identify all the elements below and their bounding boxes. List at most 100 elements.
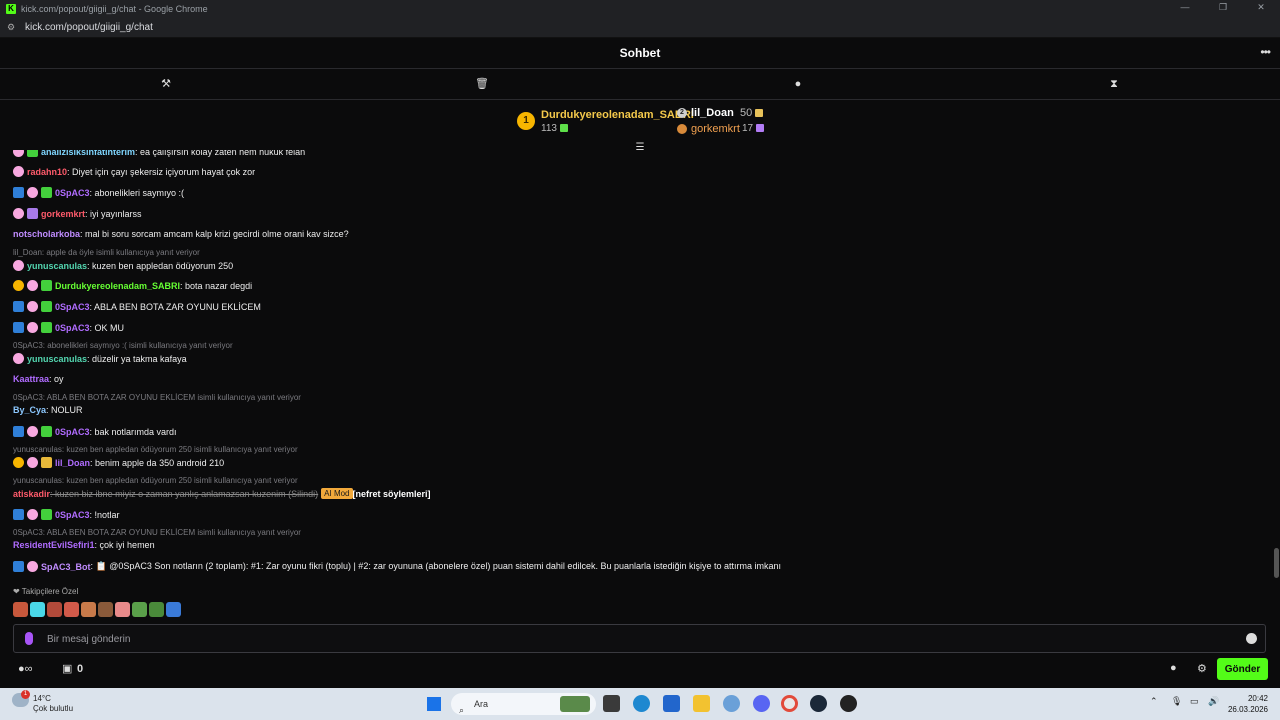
clock[interactable]: 20:42 26.03.2026 [1228,693,1268,715]
username[interactable]: 0SpAC3 [55,302,90,312]
maximize-button[interactable]: ❐ [1204,0,1242,17]
username[interactable]: Kaattraa [13,374,49,384]
chat-message: 0SpAC3: ABLA BEN BOTA ZAR OYUNU EKLİCEM [13,301,261,312]
send-button[interactable]: Gönder [1217,658,1268,680]
rank-3-badge [677,124,687,134]
username[interactable]: By_Cya [13,405,46,415]
reply-context[interactable]: yunuscanulas: kuzen ben appledan ödüyoru… [13,445,298,454]
username[interactable]: radahn10 [27,167,67,177]
reply-context[interactable]: yunuscanulas: kuzen ben appledan ödüyoru… [13,476,298,485]
leader-1-name[interactable]: Durdukyereolenadam_SABRI [541,109,694,121]
emote-icon[interactable] [115,602,130,617]
username[interactable]: 0SpAC3 [55,323,90,333]
username[interactable]: notscholarkoba [13,229,80,239]
leader-3-count: 17 [742,123,765,134]
blue-badge-icon [13,301,24,312]
pink-badge-icon [27,426,38,437]
windows-start-icon[interactable] [427,697,441,711]
username[interactable]: 0SpAC3 [55,188,90,198]
hammer-icon[interactable]: ⚒ [159,77,173,91]
chat-message: Durdukyereolenadam_SABRI: bota nazar deg… [13,280,252,291]
taskbar-search[interactable]: ⌕ Ara [451,693,596,715]
gold-badge-icon [13,457,24,468]
url-text: kick.com/popout/giigii_g/chat [25,21,153,33]
username[interactable]: 0SpAC3 [55,510,90,520]
emote-icon[interactable] [132,602,147,617]
chat-message: 0SpAC3: !notlar [13,509,120,520]
mod-toolbar: ⚒ 🗑 ● ⧗ [0,70,1280,100]
steam-icon[interactable] [810,695,827,712]
username[interactable]: Durdukyereolenadam_SABRI [55,281,180,291]
emote-icon[interactable] [13,602,28,617]
hourglass-icon[interactable]: ⧗ [1107,77,1121,91]
pink-badge-icon [27,280,38,291]
minimize-button[interactable]: — [1166,0,1204,17]
reply-context[interactable]: 0SpAC3: ABLA BEN BOTA ZAR OYUNU EKLİCEM … [13,528,301,537]
chat-settings-bubble-icon[interactable]: ● [1170,662,1177,674]
points-icon[interactable]: ●∞ [18,663,33,675]
discord-icon[interactable] [753,695,770,712]
blue-badge-icon [13,426,24,437]
message-text: : !notlar [89,509,120,520]
username[interactable]: 0SpAC3 [55,427,90,437]
more-options-icon[interactable]: ••• [1260,45,1271,59]
trash-icon[interactable]: 🗑 [475,77,489,91]
address-bar[interactable]: ⚙ kick.com/popout/giigii_g/chat [0,17,1280,38]
chrome-icon[interactable] [781,695,798,712]
blue-badge-icon [13,561,24,572]
volume-icon[interactable]: 🔊 [1208,696,1219,707]
site-info-icon[interactable]: ⚙ [7,22,17,32]
username[interactable]: yunuscanulas [27,354,87,364]
microphone-tray-icon[interactable]: 🎙 [1171,696,1182,707]
pink-badge-icon [13,260,24,271]
yellow-badge-icon [41,457,52,468]
chat-input-box[interactable] [13,624,1266,653]
reply-context[interactable]: 0SpAC3: ABLA BEN BOTA ZAR OYUNU EKLİCEM … [13,393,301,402]
pink-badge-icon [27,457,38,468]
reply-context[interactable]: lil_Doan: apple da öyle isimli kullanıcı… [13,248,200,257]
chat-message: 0SpAC3: abonelikleri saymıyo :( [13,187,184,198]
username[interactable]: analizisiksinfatihterim [41,150,135,157]
followers-only-label: ❤ Takipçilere Özel [13,587,79,596]
leader-2-count: 50 [740,107,764,119]
emote-icon[interactable] [149,602,164,617]
pink-badge-icon [13,353,24,364]
gift-box-icon[interactable]: ▣ [62,662,72,675]
scrollbar[interactable] [1274,548,1279,578]
emote-icon[interactable] [64,602,79,617]
gear-icon[interactable]: ⚙ [1197,662,1207,675]
username[interactable]: atiskadir [13,489,50,499]
date: 26.03.2026 [1227,705,1268,714]
pink-badge-icon [27,509,38,520]
emote-icon[interactable] [98,602,113,617]
emote-icon[interactable] [166,602,181,617]
chat-footer: ●∞ ▣ 0 ● ⚙ [0,656,1280,684]
app-icon[interactable] [840,695,857,712]
pink-badge-icon [13,166,24,177]
username[interactable]: lil_Doan [55,458,90,468]
emoji-icon[interactable] [1246,633,1257,644]
window-titlebar: K kick.com/popout/giigii_g/chat - Google… [0,0,1280,17]
emote-icon[interactable] [30,602,45,617]
emote-icon[interactable] [47,602,62,617]
close-button[interactable]: ✕ [1242,0,1280,17]
leader-2-name[interactable]: lil_Doan [691,107,734,119]
username[interactable]: gorkemkrt [41,209,85,219]
settings-app-icon[interactable] [723,695,740,712]
message-input[interactable] [47,631,1227,647]
file-explorer-icon[interactable] [693,695,710,712]
store-icon[interactable] [663,695,680,712]
reply-context[interactable]: 0SpAC3: abonelikleri saymıyo :( isimli k… [13,341,233,350]
username[interactable]: ResidentEvilSefiri1 [13,540,95,550]
microphone-icon[interactable] [25,632,33,645]
network-icon[interactable]: ▭ [1190,696,1199,707]
leader-3-name[interactable]: gorkemkrt [691,123,740,135]
speech-bubble-icon[interactable]: ● [791,77,805,91]
task-view-icon[interactable] [603,695,620,712]
blue-badge-icon [13,187,24,198]
username[interactable]: yunuscanulas [27,261,87,271]
emote-icon[interactable] [81,602,96,617]
username[interactable]: SpAC3_Bot [41,562,91,572]
edge-icon[interactable] [633,695,650,712]
tray-chevron-icon[interactable]: ⌃ [1150,696,1158,707]
